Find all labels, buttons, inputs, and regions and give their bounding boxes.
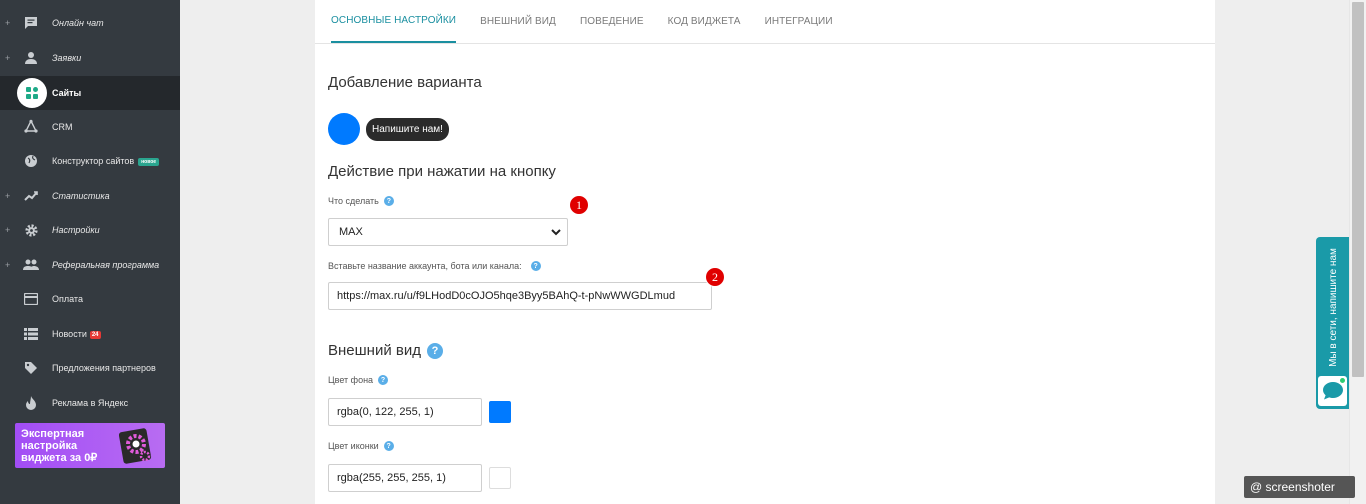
apps-icon [17, 78, 47, 108]
sidebar-item-label: Оплата [52, 294, 83, 304]
promo-line: Экспертная [21, 428, 85, 440]
tab-basic-settings[interactable]: ОСНОВНЫЕ НАСТРОЙКИ [331, 0, 457, 43]
sidebar-item-label: Сайты [52, 88, 82, 98]
screenshoter-watermark: @ screenshoter [1244, 476, 1355, 498]
label-text: Вставьте название аккаунта, бота или кан… [328, 261, 522, 271]
sidebar-item-label: Новости [52, 329, 87, 339]
icon-color-input[interactable]: rgba(255, 255, 255, 1) [328, 464, 482, 492]
appearance-title-text: Внешний вид [328, 342, 421, 359]
page-scrollbar[interactable] [1349, 0, 1366, 504]
sidebar-item-site-builder[interactable]: Конструктор сайтов новое [0, 144, 180, 178]
trend-icon [22, 187, 40, 205]
sidebar-item-label: CRM [52, 122, 73, 132]
add-variant-title: Добавление варианта [328, 74, 482, 91]
online-status-dot [1339, 377, 1346, 384]
select-value: MAX [339, 226, 363, 238]
gear-illustration-icon [118, 426, 153, 464]
help-icon[interactable]: ? [383, 196, 394, 206]
annotation-marker-1: 1 [569, 195, 589, 215]
expand-icon[interactable]: + [5, 225, 10, 235]
expand-icon[interactable]: + [5, 53, 10, 63]
expand-icon[interactable]: + [5, 191, 10, 201]
promo-line: виджета за 0₽ [21, 452, 98, 464]
user-icon [22, 49, 40, 67]
sidebar-item-requests[interactable]: + Заявки [0, 41, 180, 75]
group-icon [22, 256, 40, 274]
sidebar-item-yandex-ads[interactable]: Реклама в Яндекс [0, 386, 180, 420]
sidebar-item-sites[interactable]: Сайты [0, 76, 180, 110]
help-icon[interactable]: ? [383, 441, 394, 451]
sidebar: + Онлайн чат + Заявки Сайты CRM Конструк… [0, 0, 180, 504]
sidebar-item-online-chat[interactable]: + Онлайн чат [0, 6, 180, 40]
bg-color-label: Цвет фона? [328, 375, 389, 385]
sidebar-item-label: Онлайн чат [52, 18, 104, 28]
widget-text: Мы в сети, напишите нам [1327, 247, 1339, 367]
what-to-do-label: Что сделать? [328, 196, 394, 206]
promo-banner[interactable]: Экспертная настройка виджета за 0₽ [15, 423, 165, 468]
news-count-badge: 24 [89, 330, 101, 339]
scrollbar-thumb[interactable] [1352, 2, 1364, 377]
annotation-marker-2: 2 [705, 267, 725, 287]
tab-widget-code[interactable]: КОД ВИДЖЕТА [668, 0, 741, 43]
bg-color-input[interactable]: rgba(0, 122, 255, 1) [328, 398, 482, 426]
chat-bubble-icon[interactable] [1318, 376, 1347, 406]
sidebar-item-label: Статистика [52, 191, 110, 201]
chevron-down-icon [551, 227, 561, 237]
account-input[interactable]: https://max.ru/u/f9LHodD0cOJO5hqe3Byy5BA… [328, 282, 712, 310]
sidebar-item-label: Реклама в Яндекс [52, 398, 129, 408]
account-label: Вставьте название аккаунта, бота или кан… [328, 261, 541, 271]
label-text: Что сделать [328, 196, 379, 206]
icon-color-label: Цвет иконки? [328, 441, 394, 451]
tab-behavior[interactable]: ПОВЕДЕНИЕ [580, 0, 644, 43]
widget-text-wrap: Мы в сети, напишите нам [1326, 245, 1340, 369]
sidebar-item-payment[interactable]: Оплата [0, 282, 180, 316]
crm-icon [22, 118, 40, 136]
appearance-title: Внешний вид? [328, 342, 443, 359]
help-icon[interactable]: ? [378, 375, 389, 385]
new-badge: новое [138, 157, 160, 166]
chat-widget-tab[interactable]: Мы в сети, напишите нам [1316, 237, 1349, 409]
sidebar-item-label: Предложения партнеров [52, 363, 156, 373]
label-text: Цвет фона [328, 375, 374, 385]
sidebar-item-news[interactable]: Новости 24 [0, 317, 180, 351]
tab-bar: ОСНОВНЫЕ НАСТРОЙКИ ВНЕШНИЙ ВИД ПОВЕДЕНИЕ… [315, 0, 1215, 44]
flame-icon [22, 394, 40, 412]
promo-line: настройка [21, 440, 78, 452]
chat-icon [22, 14, 40, 32]
sidebar-item-label-wrap: Конструктор сайтов новое [52, 156, 160, 166]
promo-text: Экспертная настройка виджета за 0₽ [21, 428, 121, 464]
globe-icon [22, 152, 40, 170]
label-text: Цвет иконки [328, 441, 379, 451]
sidebar-item-label: Настройки [52, 225, 100, 235]
sidebar-item-label: Реферальная программа [52, 260, 160, 270]
help-icon[interactable]: ? [530, 261, 541, 271]
preview-bubble[interactable]: Напишите нам! [366, 118, 449, 141]
expand-icon[interactable]: + [5, 18, 10, 28]
sidebar-item-label-wrap: Новости 24 [52, 329, 101, 339]
tab-integrations[interactable]: ИНТЕГРАЦИИ [765, 0, 833, 43]
sidebar-item-statistics[interactable]: + Статистика [0, 179, 180, 213]
expand-icon[interactable]: + [5, 260, 10, 270]
sidebar-item-referral[interactable]: + Реферальная программа [0, 248, 180, 282]
tab-appearance[interactable]: ВНЕШНИЙ ВИД [480, 0, 556, 43]
tag-icon [22, 359, 40, 377]
action-select[interactable]: MAX [328, 218, 568, 246]
sidebar-item-label: Заявки [52, 53, 82, 63]
gear-icon [22, 221, 40, 239]
sidebar-item-partners[interactable]: Предложения партнеров [0, 351, 180, 385]
help-icon[interactable]: ? [426, 342, 443, 359]
list-icon [22, 325, 40, 343]
sidebar-item-crm[interactable]: CRM [0, 110, 180, 144]
preview-button-circle[interactable] [328, 113, 360, 145]
icon-color-swatch[interactable] [489, 467, 511, 489]
action-title: Действие при нажатии на кнопку [328, 163, 556, 180]
settings-card: ОСНОВНЫЕ НАСТРОЙКИ ВНЕШНИЙ ВИД ПОВЕДЕНИЕ… [315, 0, 1215, 504]
bg-color-swatch[interactable] [489, 401, 511, 423]
sidebar-item-label: Конструктор сайтов [52, 156, 135, 166]
card-icon [22, 290, 40, 308]
sidebar-item-settings[interactable]: + Настройки [0, 213, 180, 247]
